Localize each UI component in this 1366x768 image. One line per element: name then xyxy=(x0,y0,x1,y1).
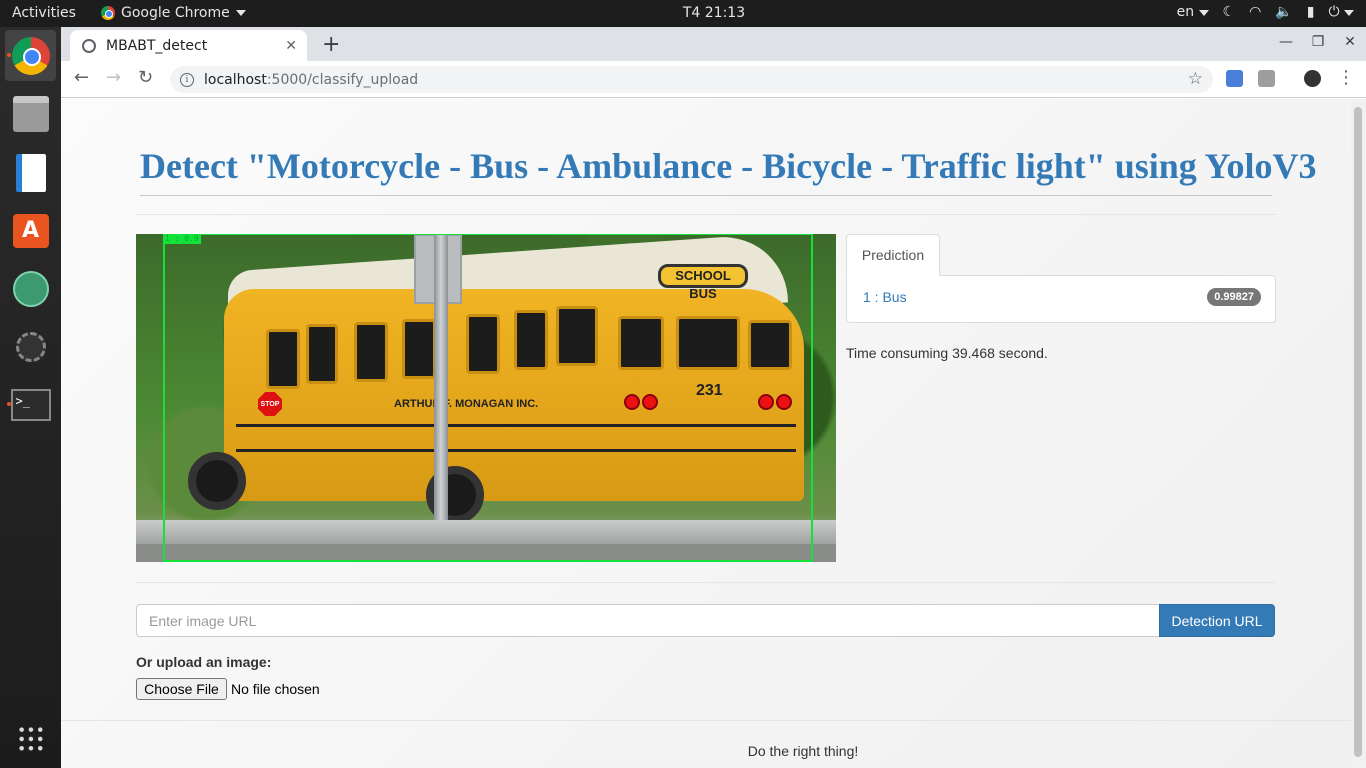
power-icon[interactable]: ⏻ xyxy=(1328,4,1354,20)
chevron-down-icon xyxy=(1198,10,1209,16)
system-top-bar: Activities Google Chrome T4 21:13 en ☾ ◠… xyxy=(0,0,1366,27)
footer-text: Do the right thing! xyxy=(747,743,859,759)
page-viewport: Detect "Motorcycle - Bus - Ambulance - B… xyxy=(61,99,1351,768)
dock-chrome[interactable] xyxy=(5,30,56,81)
upload-label: Or upload an image: xyxy=(136,654,272,670)
window-controls: — ❐ ✕ xyxy=(1270,34,1366,50)
language-indicator[interactable]: en xyxy=(1177,4,1209,20)
time-consuming-text: Time consuming 39.468 second. xyxy=(846,345,1048,361)
browser-window: MBABT_detect ✕ + — ❐ ✕ ← → ↻ i localhost… xyxy=(61,27,1366,768)
profile-avatar[interactable] xyxy=(1304,70,1321,87)
dock: A >_ xyxy=(0,27,61,768)
browser-menu-icon[interactable]: ⋮ xyxy=(1337,67,1355,88)
info-icon[interactable]: i xyxy=(180,72,194,87)
dock-files[interactable] xyxy=(5,88,56,139)
new-tab-button[interactable]: + xyxy=(322,32,340,57)
software-center-icon: A xyxy=(12,213,49,248)
running-indicator xyxy=(7,402,11,406)
apps-grid-icon xyxy=(16,724,45,753)
tab-prediction[interactable]: Prediction xyxy=(846,234,940,276)
prediction-item-label[interactable]: 1 : Bus xyxy=(863,289,907,305)
files-icon xyxy=(12,95,49,132)
prediction-list: 1 : Bus 0.99827 xyxy=(846,275,1276,323)
detection-bounding-box xyxy=(163,234,813,562)
back-button[interactable]: ← xyxy=(74,67,89,88)
image-url-input[interactable] xyxy=(136,604,1160,637)
night-light-icon: ☾ xyxy=(1222,4,1236,20)
maximize-button[interactable]: ❐ xyxy=(1302,34,1334,50)
footer-divider xyxy=(61,720,1351,721)
dock-terminal[interactable]: >_ xyxy=(5,379,56,430)
tab-strip: MBABT_detect ✕ + — ❐ ✕ xyxy=(61,27,1366,61)
minimize-button[interactable]: — xyxy=(1270,34,1302,50)
detection-url-button[interactable]: Detection URL xyxy=(1159,604,1275,637)
terminal-icon: >_ xyxy=(10,388,51,421)
address-bar[interactable]: i localhost:5000/classify_upload ☆ xyxy=(170,66,1213,93)
forward-button[interactable]: → xyxy=(106,67,121,88)
globe-icon xyxy=(82,38,96,53)
dock-software[interactable]: A xyxy=(5,205,56,256)
volume-icon: 🔈 xyxy=(1275,4,1293,20)
browser-tab[interactable]: MBABT_detect ✕ xyxy=(70,30,307,61)
dock-atom[interactable] xyxy=(5,263,56,314)
system-clock[interactable]: T4 21:13 xyxy=(0,5,1366,21)
scrollbar-thumb[interactable] xyxy=(1354,107,1362,757)
choose-file-button[interactable]: Choose File xyxy=(136,678,227,700)
url-path: :5000/classify_upload xyxy=(266,71,419,88)
url-host: localhost xyxy=(204,71,267,88)
close-window-button[interactable]: ✕ xyxy=(1334,34,1366,50)
bounding-box-label: 1 : 0.9 xyxy=(163,234,201,244)
chrome-icon xyxy=(11,36,50,75)
dock-writer[interactable] xyxy=(5,147,56,198)
extension-icon[interactable] xyxy=(1258,70,1275,87)
page-title: Detect "Motorcycle - Bus - Ambulance - B… xyxy=(140,145,1316,196)
prediction-score-badge: 0.99827 xyxy=(1207,288,1261,306)
wifi-icon: ◠ xyxy=(1249,4,1262,20)
bookmark-star-icon[interactable]: ☆ xyxy=(1188,69,1203,89)
close-tab-icon[interactable]: ✕ xyxy=(285,38,297,54)
dock-show-apps[interactable] xyxy=(5,713,56,764)
reload-button[interactable]: ↻ xyxy=(138,67,153,88)
writer-icon xyxy=(15,153,46,192)
chevron-down-icon xyxy=(1344,10,1354,16)
dock-debugger[interactable] xyxy=(5,321,56,372)
detection-result-image: SCHOOL BUS STOP 231 ARTHUR F. MONAGAN IN… xyxy=(136,234,836,562)
battery-icon: ▮ xyxy=(1306,4,1315,20)
system-tray[interactable]: en ☾ ◠ 🔈 ▮ ⏻ xyxy=(1177,4,1354,20)
translate-extension-icon[interactable] xyxy=(1226,70,1243,87)
bug-icon xyxy=(15,331,46,362)
running-indicator xyxy=(7,53,11,57)
browser-toolbar: ← → ↻ i localhost:5000/classify_upload ☆… xyxy=(61,61,1366,98)
tab-title: MBABT_detect xyxy=(106,37,208,54)
divider xyxy=(136,582,1276,583)
divider xyxy=(136,214,1276,215)
atom-icon xyxy=(12,270,49,307)
file-status-text: No file chosen xyxy=(231,681,320,697)
